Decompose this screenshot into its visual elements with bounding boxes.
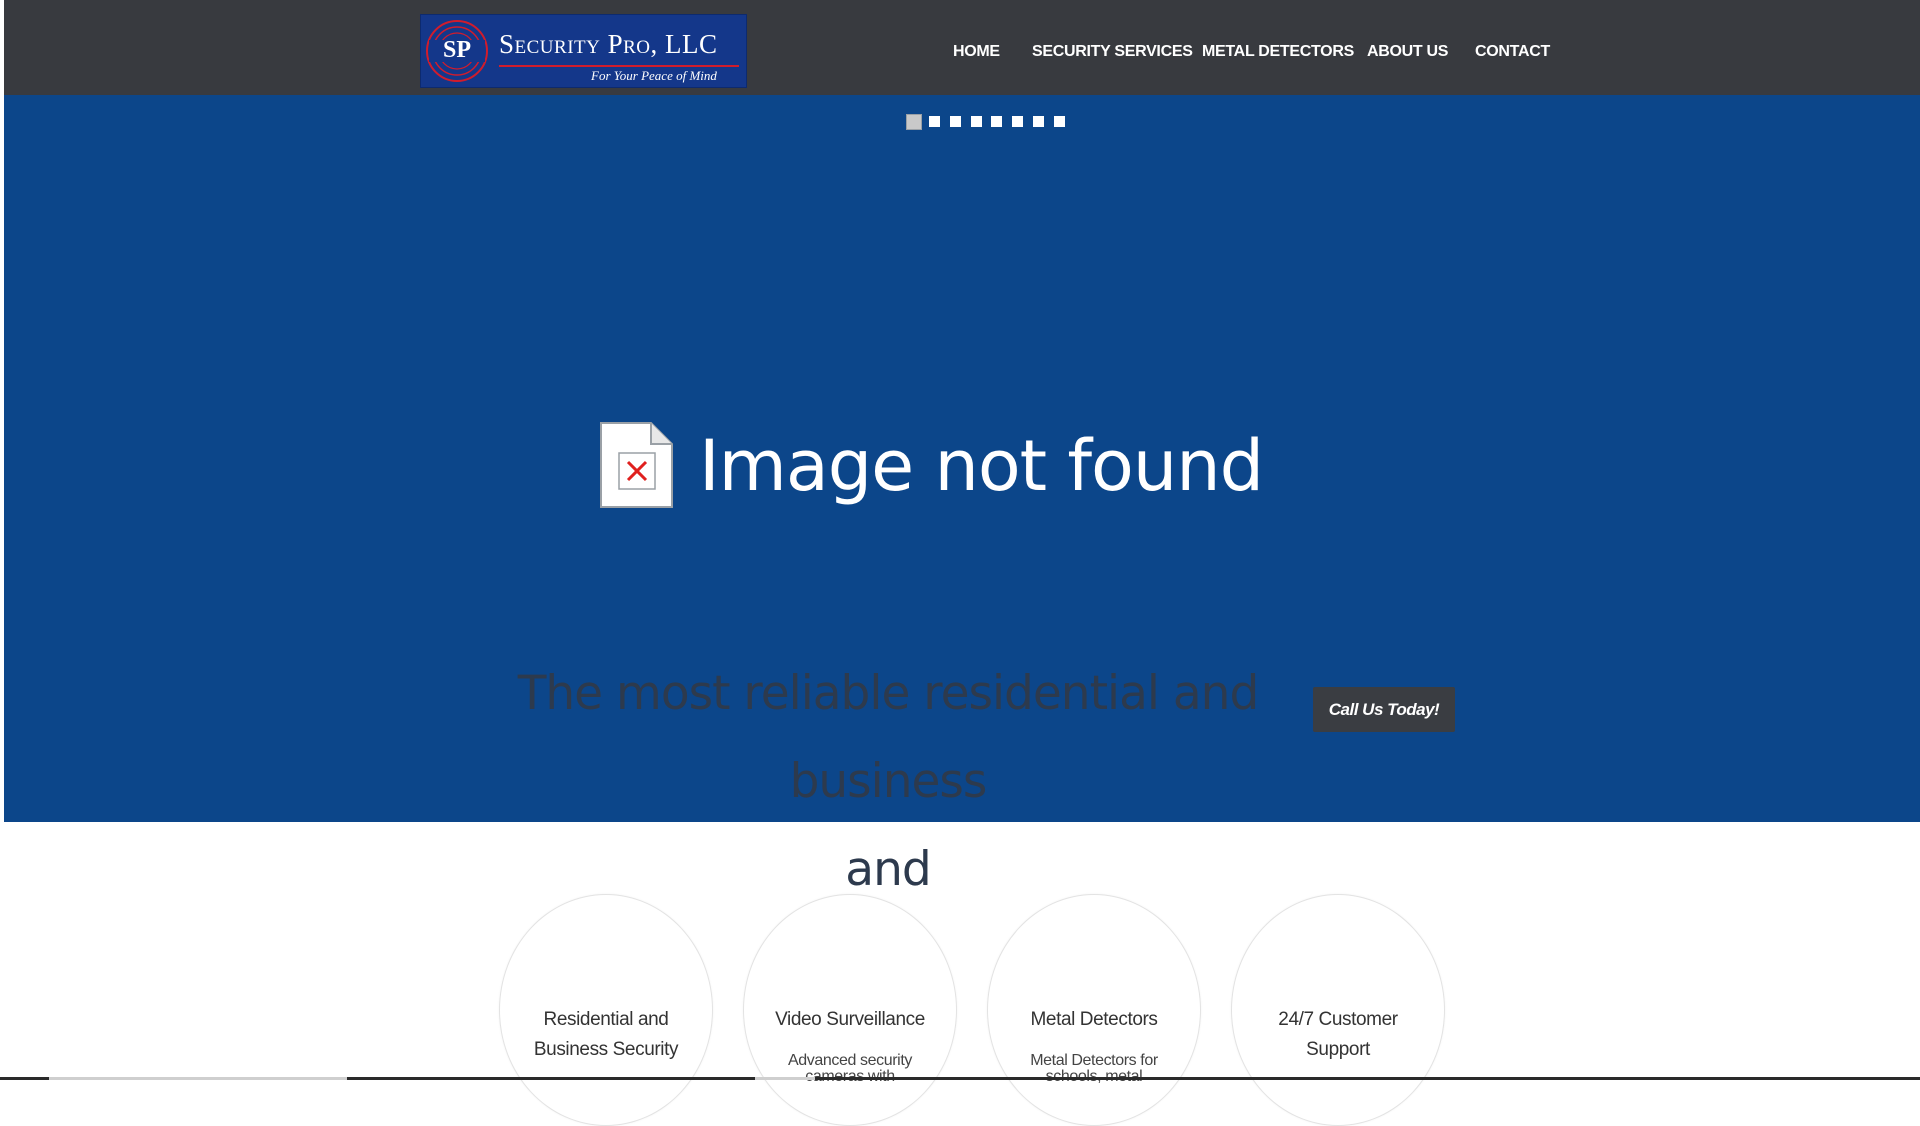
feature-title-line1: Residential and bbox=[543, 1009, 669, 1030]
feature-description: Advanced security cameras with bbox=[788, 1052, 912, 1085]
feature-title-line2: Support bbox=[1306, 1039, 1370, 1060]
call-us-button[interactable]: Call Us Today! bbox=[1313, 687, 1455, 732]
broken-image-icon bbox=[600, 422, 673, 508]
nav-metal-detectors[interactable]: METAL DETECTORS bbox=[1202, 43, 1354, 61]
site-logo[interactable]: SP Security Pro, LLC For Your Peace of M… bbox=[420, 14, 747, 88]
hero-tagline-line1: The most reliable residential and busine… bbox=[517, 666, 1260, 809]
logo-monogram-text: SP bbox=[443, 37, 471, 63]
site-header: SP Security Pro, LLC For Your Peace of M… bbox=[4, 0, 1920, 95]
feature-title-line1: 24/7 Customer bbox=[1278, 1009, 1398, 1030]
slider-dot[interactable] bbox=[1054, 116, 1065, 127]
logo-company-name: Security Pro, LLC bbox=[499, 29, 718, 59]
feature-title: Residential and Business Security bbox=[500, 1005, 712, 1065]
slider-dot[interactable] bbox=[906, 114, 922, 130]
slider-dot[interactable] bbox=[1033, 116, 1044, 127]
slider-dot[interactable] bbox=[971, 116, 982, 127]
slider-dot[interactable] bbox=[1012, 116, 1023, 127]
feature-title: Video Surveillance bbox=[744, 1005, 956, 1035]
nav-about-us[interactable]: ABOUT US bbox=[1367, 43, 1448, 61]
feature-metal-detectors[interactable]: Metal Detectors Metal Detectors for scho… bbox=[987, 894, 1201, 1126]
feature-title-line1: Video Surveillance bbox=[775, 1009, 925, 1030]
feature-video-surveillance[interactable]: Video Surveillance Advanced security cam… bbox=[743, 894, 957, 1126]
feature-title: 24/7 Customer Support bbox=[1232, 1005, 1444, 1065]
feature-title-line1: Metal Detectors bbox=[1030, 1009, 1158, 1030]
slider-dot[interactable] bbox=[929, 116, 940, 127]
feature-description: Metal Detectors for schools, metal bbox=[1030, 1052, 1158, 1085]
hero-slider: Image not found The most reliable reside… bbox=[4, 95, 1920, 897]
logo-monogram: SP bbox=[443, 37, 471, 63]
broken-image-text: Image not found bbox=[699, 425, 1264, 507]
feature-title-line2: Business Security bbox=[533, 1039, 679, 1060]
nav-contact[interactable]: CONTACT bbox=[1475, 43, 1550, 61]
broken-image-placeholder: Image not found bbox=[599, 421, 1279, 521]
feature-title: Metal Detectors bbox=[988, 1005, 1200, 1035]
slider-dot[interactable] bbox=[991, 116, 1002, 127]
feature-residential-security[interactable]: Residential and Business Security bbox=[499, 894, 713, 1126]
hero-tagline: The most reliable residential and busine… bbox=[482, 650, 1294, 914]
slider-dot[interactable] bbox=[950, 116, 961, 127]
feature-customer-support[interactable]: 24/7 Customer Support bbox=[1231, 894, 1445, 1126]
nav-home[interactable]: HOME bbox=[953, 43, 1000, 61]
nav-security-services[interactable]: SECURITY SERVICES bbox=[1032, 43, 1193, 61]
logo-underline bbox=[499, 65, 739, 67]
logo-tagline: For Your Peace of Mind bbox=[591, 68, 717, 83]
